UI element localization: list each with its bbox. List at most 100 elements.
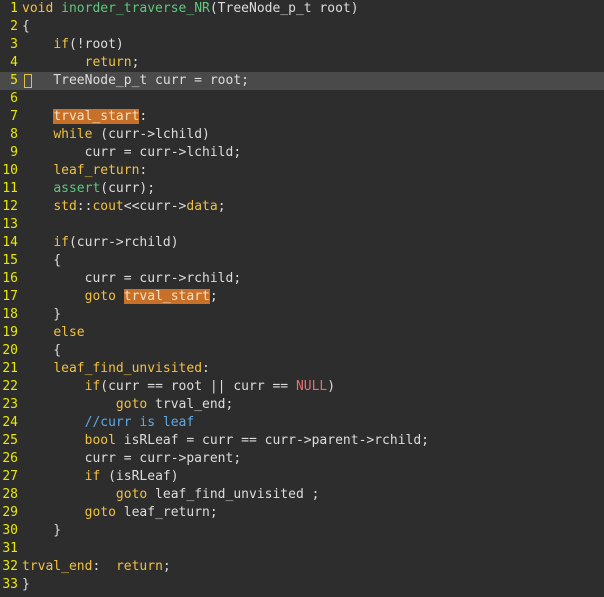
code-line[interactable]: 6	[0, 90, 604, 108]
code-text[interactable]: TreeNode_p_t curr = root;	[22, 72, 604, 90]
code-token: ;	[162, 559, 171, 574]
code-text[interactable]: void inorder_traverse_NR(TreeNode_p_t ro…	[22, 0, 604, 18]
code-token: {	[22, 253, 62, 268]
code-line[interactable]: 21 leaf_find_unvisited:	[0, 360, 604, 378]
code-token: if	[53, 235, 69, 250]
code-text[interactable]: //curr is leaf	[22, 414, 604, 432]
code-line[interactable]: 13	[0, 216, 604, 234]
code-text[interactable]: }	[22, 522, 604, 540]
code-line[interactable]: 33}	[0, 576, 604, 594]
code-token: }	[22, 307, 62, 322]
code-line[interactable]: 19 else	[0, 324, 604, 342]
line-number: 19	[2, 325, 18, 340]
code-token: return	[115, 559, 163, 574]
line-number: 16	[2, 271, 18, 286]
code-token: bool	[84, 433, 116, 448]
line-number: 11	[2, 181, 18, 196]
code-text[interactable]: return;	[22, 54, 604, 72]
code-text[interactable]: if(!root)	[22, 36, 604, 54]
code-line[interactable]: 32 trval_end: return;	[0, 558, 604, 576]
code-line[interactable]: 18 }	[0, 306, 604, 324]
code-token: }	[22, 523, 62, 538]
line-number: 4	[10, 55, 18, 70]
code-token: goto	[115, 487, 148, 502]
code-text[interactable]	[22, 540, 604, 558]
code-text[interactable]: goto trval_end;	[22, 396, 604, 414]
code-text[interactable]: {	[22, 342, 604, 360]
code-text[interactable]: curr = curr->rchild;	[22, 270, 604, 288]
code-text[interactable]: assert(curr);	[22, 180, 604, 198]
code-text[interactable]: bool isRLeaf = curr == curr->parent->rch…	[22, 432, 604, 450]
line-number: 10	[2, 163, 18, 178]
code-text[interactable]: if(curr == root || curr == NULL)	[22, 378, 604, 396]
code-text[interactable]: leaf_find_unvisited:	[22, 360, 604, 378]
code-line[interactable]: 9 curr = curr->lchild;	[0, 144, 604, 162]
code-text[interactable]: {	[22, 18, 604, 36]
code-token: trval_end;	[147, 397, 234, 412]
code-text[interactable]: leaf_return:	[22, 162, 604, 180]
code-line[interactable]: 29 goto leaf_return;	[0, 504, 604, 522]
highlighted-token: trval_start	[123, 289, 210, 304]
code-line[interactable]: 16 curr = curr->rchild;	[0, 270, 604, 288]
code-token: <<curr->	[123, 199, 187, 214]
code-line[interactable]: 4 return;	[0, 54, 604, 72]
line-number: 26	[2, 451, 18, 466]
line-number: 14	[2, 235, 18, 250]
code-text[interactable]: curr = curr->lchild;	[22, 144, 604, 162]
code-token: curr = curr->parent;	[22, 451, 242, 466]
code-token: {	[22, 343, 62, 358]
code-text[interactable]: if (isRLeaf)	[22, 468, 604, 486]
code-text[interactable]: while (curr->lchild)	[22, 126, 604, 144]
code-line[interactable]: 5 TreeNode_p_t curr = root;	[0, 72, 604, 90]
code-line[interactable]: 3 if(!root)	[0, 36, 604, 54]
code-text[interactable]: curr = curr->parent;	[22, 450, 604, 468]
code-text[interactable]: goto leaf_return;	[22, 504, 604, 522]
code-text[interactable]: else	[22, 324, 604, 342]
code-line[interactable]: 30 }	[0, 522, 604, 540]
code-line[interactable]: 20 {	[0, 342, 604, 360]
code-text[interactable]: std::cout<<curr->data;	[22, 198, 604, 216]
code-line[interactable]: 17 goto trval_start;	[0, 288, 604, 306]
line-number: 20	[2, 343, 18, 358]
code-token: )	[327, 379, 336, 394]
code-line[interactable]: 24 //curr is leaf	[0, 414, 604, 432]
code-line[interactable]: 26 curr = curr->parent;	[0, 450, 604, 468]
code-line[interactable]: 8 while (curr->lchild)	[0, 126, 604, 144]
code-text[interactable]: trval_start:	[22, 108, 604, 126]
code-token: void	[22, 1, 62, 16]
code-text[interactable]: trval_end: return;	[22, 558, 604, 576]
code-line[interactable]: 28 goto leaf_find_unvisited ;	[0, 486, 604, 504]
code-line[interactable]: 27 if (isRLeaf)	[0, 468, 604, 486]
code-line[interactable]: 11 assert(curr);	[0, 180, 604, 198]
code-line[interactable]: 23 goto trval_end;	[0, 396, 604, 414]
code-line[interactable]: 1 void inorder_traverse_NR(TreeNode_p_t r…	[0, 0, 604, 18]
code-token: (curr->lchild)	[92, 127, 210, 142]
line-number: 28	[2, 487, 18, 502]
code-line[interactable]: 14 if(curr->rchild)	[0, 234, 604, 252]
code-text[interactable]	[22, 216, 604, 234]
code-text[interactable]: if(curr->rchild)	[22, 234, 604, 252]
code-text[interactable]	[22, 90, 604, 108]
code-line[interactable]: 15 {	[0, 252, 604, 270]
code-line[interactable]: 2{	[0, 18, 604, 36]
code-line[interactable]: 12 std::cout<<curr->data;	[0, 198, 604, 216]
code-text[interactable]: goto trval_start;	[22, 288, 604, 306]
code-token: leaf_find_unvisited	[53, 361, 203, 376]
code-text[interactable]: }	[22, 576, 604, 594]
code-line[interactable]: 25 bool isRLeaf = curr == curr->parent->…	[0, 432, 604, 450]
code-line[interactable]: 10 leaf_return:	[0, 162, 604, 180]
code-token: //curr is leaf	[84, 415, 195, 430]
code-text[interactable]: }	[22, 306, 604, 324]
code-line[interactable]: 7 trval_start:	[0, 108, 604, 126]
code-editor[interactable]: 1 void inorder_traverse_NR(TreeNode_p_t r…	[0, 0, 604, 597]
code-token: ;	[217, 199, 226, 214]
code-line[interactable]: 22 if(curr == root || curr == NULL)	[0, 378, 604, 396]
code-text[interactable]: goto leaf_find_unvisited ;	[22, 486, 604, 504]
code-token: trval_end	[22, 559, 93, 574]
code-token: data	[186, 199, 218, 214]
code-line[interactable]: 31	[0, 540, 604, 558]
code-token: (curr->rchild)	[68, 235, 179, 250]
code-text[interactable]: {	[22, 252, 604, 270]
